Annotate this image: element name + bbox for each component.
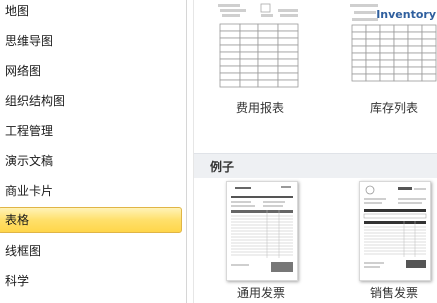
template-caption-expense-report: 费用报表	[235, 101, 284, 115]
sidebar-item-label: 商业卡片	[5, 184, 54, 198]
sidebar-item-map[interactable]: 地图	[0, 0, 186, 24]
template-inventory-list[interactable]: Inventory	[350, 0, 437, 96]
example-caption-general-invoice: 通用发票	[236, 286, 285, 300]
sidebar-item-label: 表格	[5, 213, 30, 227]
sidebar-item-label: 科学	[5, 274, 30, 288]
sidebar-item-label: 地图	[5, 4, 30, 18]
sidebar-item-project[interactable]: 工程管理	[0, 118, 186, 144]
sidebar-item-label: 工程管理	[5, 124, 54, 138]
template-expense-report[interactable]	[218, 0, 302, 96]
inventory-list-thumbnail: Inventory	[350, 4, 437, 82]
inventory-title-text: Inventory	[376, 8, 436, 21]
template-caption-inventory-list: 库存列表	[369, 101, 418, 115]
examples-section-header: 例子	[194, 153, 437, 178]
sidebar-item-presentation[interactable]: 演示文稿	[0, 148, 186, 174]
sidebar-item-network[interactable]: 网络图	[0, 58, 186, 84]
expense-report-thumbnail	[218, 3, 299, 88]
pane-divider	[193, 0, 194, 303]
sidebar-item-science[interactable]: 科学	[0, 268, 186, 294]
sidebar-item-mindmap[interactable]: 思维导图	[0, 28, 186, 54]
sidebar-item-wireframe[interactable]: 线框图	[0, 238, 186, 264]
example-sales-invoice[interactable]	[359, 181, 431, 281]
examples-section-title: 例子	[210, 160, 235, 174]
sidebar-item-label: 网络图	[5, 64, 42, 78]
category-sidebar: 地图 思维导图 网络图 组织结构图 工程管理 演示文稿 商业卡片 表格 线框图 …	[0, 0, 187, 303]
example-general-invoice[interactable]	[226, 181, 298, 281]
sidebar-item-label: 思维导图	[5, 34, 54, 48]
sidebar-item-business-card[interactable]: 商业卡片	[0, 178, 186, 204]
sidebar-item-table[interactable]: 表格	[0, 207, 182, 233]
example-caption-sales-invoice: 销售发票	[369, 286, 418, 300]
sidebar-item-label: 演示文稿	[5, 154, 54, 168]
sidebar-item-label: 组织结构图	[5, 94, 66, 108]
sales-invoice-thumbnail	[363, 185, 427, 268]
sidebar-item-label: 线框图	[5, 244, 42, 258]
general-invoice-thumbnail	[231, 186, 293, 272]
sidebar-item-orgchart[interactable]: 组织结构图	[0, 88, 186, 114]
